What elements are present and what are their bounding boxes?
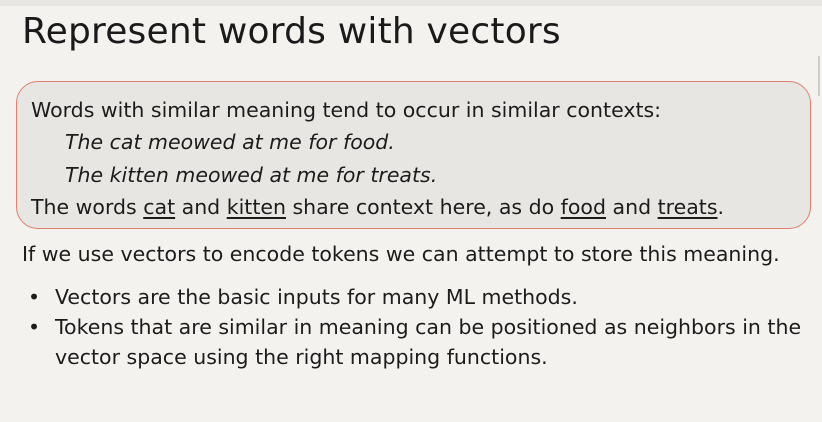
callout-intro: Words with similar meaning tend to occur… xyxy=(31,98,662,122)
conclusion-text: . xyxy=(717,195,725,219)
conclusion-text: and xyxy=(606,195,658,219)
example-sentence-2: The kitten meowed at me for treats. xyxy=(65,163,438,187)
underlined-word-kitten: kitten xyxy=(226,195,286,219)
callout-conclusion: The words cat and kitten share context h… xyxy=(31,193,724,221)
bullet-item: • Vectors are the basic inputs for many … xyxy=(0,282,822,312)
bullet-text: Vectors are the basic inputs for many ML… xyxy=(55,285,578,309)
bullet-marker: • xyxy=(28,315,41,339)
underlined-word-treats: treats xyxy=(657,195,718,219)
conclusion-text: share context here, as do xyxy=(285,195,561,219)
underlined-word-cat: cat xyxy=(143,195,176,219)
conclusion-text: The words xyxy=(31,195,144,219)
body-paragraph: If we use vectors to encode tokens we ca… xyxy=(22,242,780,266)
slide-title: Represent words with vectors xyxy=(22,11,561,52)
context-callout-box: Words with similar meaning tend to occur… xyxy=(16,81,811,229)
conclusion-text: and xyxy=(175,195,227,219)
top-strip xyxy=(0,0,822,6)
bullet-marker: • xyxy=(28,285,41,309)
bullet-list: • Vectors are the basic inputs for many … xyxy=(0,282,822,372)
bullet-text: Tokens that are similar in meaning can b… xyxy=(55,315,802,369)
scrollbar-thumb[interactable] xyxy=(818,56,820,96)
underlined-word-food: food xyxy=(560,195,606,219)
example-sentence-1: The cat meowed at me for food. xyxy=(65,130,395,154)
bullet-item: • Tokens that are similar in meaning can… xyxy=(0,312,822,372)
